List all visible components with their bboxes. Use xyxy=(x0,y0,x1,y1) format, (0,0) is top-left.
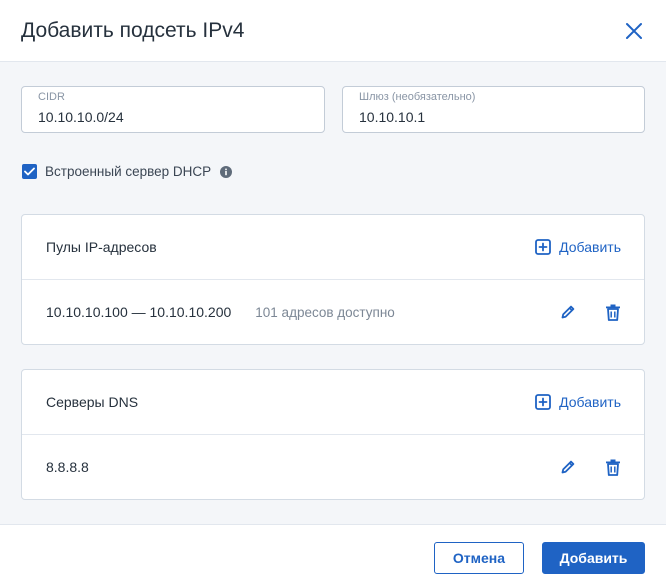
dhcp-option: Встроенный сервер DHCP xyxy=(22,164,233,179)
dialog-body: CIDR Шлюз (необязательно) Встроенный сер… xyxy=(0,62,666,524)
edit-pool-button[interactable] xyxy=(559,303,577,321)
fields-row: CIDR Шлюз (необязательно) xyxy=(21,86,645,133)
cidr-label: CIDR xyxy=(38,91,65,103)
cidr-field[interactable]: CIDR xyxy=(21,86,325,133)
pool-actions xyxy=(559,303,622,321)
delete-pool-button[interactable] xyxy=(604,303,622,321)
add-ipv4-subnet-dialog: Добавить подсеть IPv4 CIDR Шлюз (необяза… xyxy=(0,0,666,584)
edit-dns-button[interactable] xyxy=(559,458,577,476)
checkmark-icon xyxy=(24,167,35,176)
cancel-button[interactable]: Отмена xyxy=(434,542,524,574)
trash-icon xyxy=(606,459,620,476)
dialog-header: Добавить подсеть IPv4 xyxy=(0,0,666,62)
dialog-title: Добавить подсеть IPv4 xyxy=(21,18,245,42)
dhcp-label: Встроенный сервер DHCP xyxy=(45,164,212,179)
gateway-field[interactable]: Шлюз (необязательно) xyxy=(342,86,645,133)
pool-row: 10.10.10.100 — 10.10.10.200 101 адресов … xyxy=(22,280,644,344)
dns-servers-card: Серверы DNS Добавить 8.8.8.8 xyxy=(21,369,645,500)
add-button[interactable]: Добавить xyxy=(542,542,645,574)
dns-actions xyxy=(559,458,622,476)
add-dns-button[interactable]: Добавить xyxy=(535,394,621,410)
dns-address: 8.8.8.8 xyxy=(46,459,89,475)
pencil-icon xyxy=(561,305,575,319)
pool-available: 101 адресов доступно xyxy=(255,304,395,320)
pencil-icon xyxy=(561,460,575,474)
gateway-label: Шлюз (необязательно) xyxy=(359,91,476,103)
cidr-input[interactable] xyxy=(38,109,324,125)
add-pool-label: Добавить xyxy=(559,239,621,255)
trash-icon xyxy=(606,304,620,321)
ip-pools-title: Пулы IP-адресов xyxy=(46,239,157,255)
pool-range: 10.10.10.100 — 10.10.10.200 xyxy=(46,304,232,320)
info-icon[interactable] xyxy=(220,165,233,178)
plus-square-icon xyxy=(535,239,552,255)
dhcp-checkbox[interactable] xyxy=(22,164,37,179)
add-pool-button[interactable]: Добавить xyxy=(535,239,621,255)
dialog-footer: Отмена Добавить xyxy=(0,524,666,584)
ip-pools-card: Пулы IP-адресов Добавить 10.10.10.100 — … xyxy=(21,214,645,345)
plus-square-icon xyxy=(535,394,552,410)
dns-servers-header: Серверы DNS Добавить xyxy=(22,370,644,435)
gateway-input[interactable] xyxy=(359,109,644,125)
dns-servers-title: Серверы DNS xyxy=(46,394,139,410)
ip-pools-header: Пулы IP-адресов Добавить xyxy=(22,215,644,280)
add-dns-label: Добавить xyxy=(559,394,621,410)
close-icon xyxy=(626,22,642,39)
delete-dns-button[interactable] xyxy=(604,458,622,476)
dns-row: 8.8.8.8 xyxy=(22,435,644,499)
close-button[interactable] xyxy=(622,19,646,43)
